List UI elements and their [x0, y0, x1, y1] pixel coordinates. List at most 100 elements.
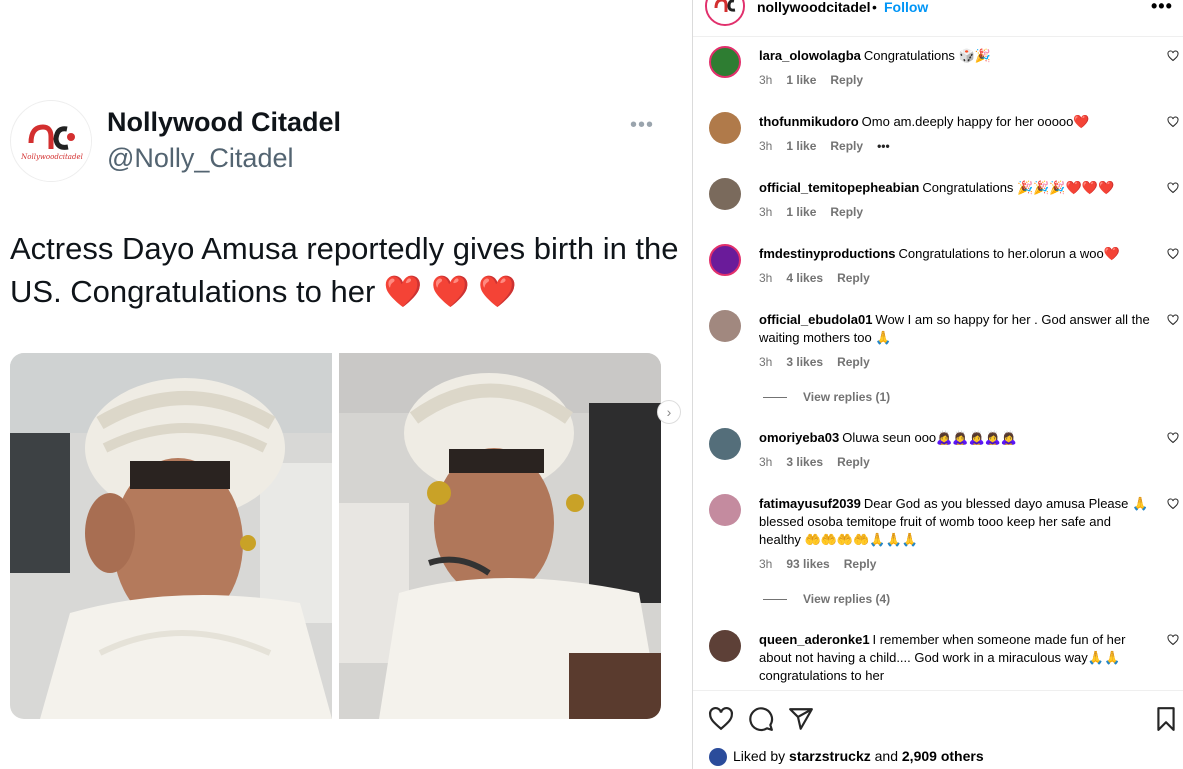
commenter-username[interactable]: official_temitopepheabian [759, 180, 919, 195]
save-bookmark-icon[interactable] [1153, 706, 1179, 732]
reply-button[interactable]: Reply [837, 355, 870, 369]
comment-meta: 3h 1 like Reply [759, 73, 877, 87]
comment-text: official_temitopepheabian Congratulations… [759, 179, 1154, 197]
commenter-username[interactable]: thofunmikudoro [759, 114, 859, 129]
next-photo-button[interactable]: › [657, 400, 681, 424]
comment-meta: 3h 1 like Reply [759, 205, 877, 219]
commenter-avatar[interactable] [709, 310, 741, 342]
comment-time: 3h [759, 139, 773, 153]
comment-text: thofunmikudoro Omo am.deeply happy for he… [759, 113, 1154, 131]
reply-button[interactable]: Reply [830, 205, 863, 219]
reply-button[interactable]: Reply [830, 73, 863, 87]
comment-text: queen_aderonke1 I remember when someone m… [759, 631, 1154, 685]
likes-and-label: and [874, 748, 898, 764]
comment-content: Oluwa seun ooo🙇‍♀️🙇‍♀️🙇‍♀️🙇‍♀️🙇‍♀️ [842, 430, 1018, 445]
commenter-username[interactable]: official_ebudola01 [759, 312, 872, 327]
view-replies-line [763, 599, 787, 601]
comment-time: 3h [759, 73, 773, 87]
comment-meta: 3h 1 like Reply ••• [759, 139, 904, 153]
comment-text: lara_olowolagba Congratulations 🎲🎉 [759, 47, 1154, 65]
like-comment-heart-icon[interactable] [1167, 432, 1179, 444]
liker-username[interactable]: starzstruckz [789, 748, 871, 764]
comments-panel: nollywoodcitadel • Follow ••• lara_olowo… [693, 0, 1183, 769]
comment-content: Congratulations 🎲🎉 [863, 48, 991, 63]
header-divider [693, 36, 1183, 37]
comment-text: fmdestinyproductions Congratulations to h… [759, 245, 1154, 263]
comment-likes[interactable]: 1 like [786, 205, 816, 219]
view-replies-button[interactable]: View replies (1) [763, 390, 890, 404]
view-replies-label: View replies (4) [803, 592, 891, 606]
post-author-username[interactable]: nollywoodcitadel [757, 0, 871, 15]
comment-likes[interactable]: 1 like [786, 73, 816, 87]
reply-button[interactable]: Reply [837, 271, 870, 285]
actions-divider [693, 690, 1183, 691]
like-comment-heart-icon[interactable] [1167, 314, 1179, 326]
comment-content: Congratulations to her.olorun a woo❤️ [898, 246, 1120, 261]
comment-meta: 3h 4 likes Reply [759, 271, 884, 285]
svg-text:Nollywoodcitadel: Nollywoodcitadel [20, 153, 83, 161]
view-replies-label: View replies (1) [803, 390, 891, 404]
commenter-username[interactable]: fatimayusuf2039 [759, 496, 861, 511]
tweet-text: Actress Dayo Amusa reportedly gives birt… [10, 231, 679, 309]
commenter-username[interactable]: fmdestinyproductions [759, 246, 896, 261]
like-comment-heart-icon[interactable] [1167, 498, 1179, 510]
comment-content: Omo am.deeply happy for her ooooo❤️ [861, 114, 1090, 129]
comment-options-icon[interactable]: ••• [877, 139, 890, 153]
comment-text: fatimayusuf2039 Dear God as you blessed d… [759, 495, 1154, 549]
post-options-icon[interactable]: ••• [1151, 0, 1173, 17]
comment-time: 3h [759, 271, 773, 285]
like-comment-heart-icon[interactable] [1167, 50, 1179, 62]
comment-text: official_ebudola01 Wow I am so happy for … [759, 311, 1154, 347]
comment-time: 3h [759, 557, 773, 571]
like-comment-heart-icon[interactable] [1167, 182, 1179, 194]
tweet-avatar: Nollywoodcitadel [10, 100, 92, 182]
tweet-author-name: Nollywood Citadel [107, 107, 342, 137]
tweet-photo-1 [10, 353, 332, 719]
reply-button[interactable]: Reply [830, 139, 863, 153]
view-replies-button[interactable]: View replies (4) [763, 592, 890, 606]
commenter-avatar[interactable] [709, 46, 741, 78]
commenter-avatar[interactable] [709, 630, 741, 662]
tweet-author-handle: @Nolly_Citadel [107, 143, 294, 173]
comment-likes[interactable]: 4 likes [786, 271, 823, 285]
like-comment-heart-icon[interactable] [1167, 248, 1179, 260]
commenter-username[interactable]: queen_aderonke1 [759, 632, 870, 647]
commenter-avatar[interactable] [709, 494, 741, 526]
comment-time: 3h [759, 355, 773, 369]
comment-time: 3h [759, 455, 773, 469]
comment-likes[interactable]: 3 likes [786, 355, 823, 369]
reply-button[interactable]: Reply [844, 557, 877, 571]
like-comment-heart-icon[interactable] [1167, 634, 1179, 646]
commenter-avatar[interactable] [709, 244, 741, 276]
comment-text: omoriyeba03 Oluwa seun ooo🙇‍♀️🙇‍♀️🙇‍♀️🙇‍♀… [759, 429, 1154, 447]
tweet-photos [10, 353, 661, 719]
likes-count-link[interactable]: 2,909 others [902, 748, 984, 764]
liked-by-label: Liked by [733, 748, 786, 764]
like-comment-heart-icon[interactable] [1167, 116, 1179, 128]
share-icon[interactable] [788, 706, 814, 732]
liker-avatar[interactable] [709, 748, 727, 767]
commenter-avatar[interactable] [709, 112, 741, 144]
tweet-image: Nollywoodcitadel Nollywood Citadel @Noll… [0, 0, 692, 769]
comment-icon[interactable] [748, 706, 774, 732]
comment-time: 3h [759, 205, 773, 219]
comment-likes[interactable]: 1 like [786, 139, 816, 153]
view-replies-line [763, 397, 787, 399]
follow-button[interactable]: Follow [884, 0, 928, 15]
tweet-photo-2 [339, 353, 661, 719]
reply-button[interactable]: Reply [837, 455, 870, 469]
nollywood-logo-icon: Nollywoodcitadel [12, 102, 91, 181]
commenter-username[interactable]: lara_olowolagba [759, 48, 861, 63]
commenter-avatar[interactable] [709, 428, 741, 460]
likes-summary: Liked by starzstruckz and 2,909 others [709, 748, 984, 767]
comment-content: Congratulations 🎉🎉🎉❤️❤️❤️ [922, 180, 1115, 195]
comment-meta: 3h 93 likes Reply [759, 557, 890, 571]
comment-likes[interactable]: 3 likes [786, 455, 823, 469]
like-post-heart-icon[interactable] [708, 706, 734, 732]
separator-dot: • [872, 0, 877, 15]
tweet-more-icon: ••• [630, 114, 655, 136]
post-author-avatar[interactable] [705, 0, 745, 26]
commenter-username[interactable]: omoriyeba03 [759, 430, 839, 445]
commenter-avatar[interactable] [709, 178, 741, 210]
comment-likes[interactable]: 93 likes [786, 557, 829, 571]
